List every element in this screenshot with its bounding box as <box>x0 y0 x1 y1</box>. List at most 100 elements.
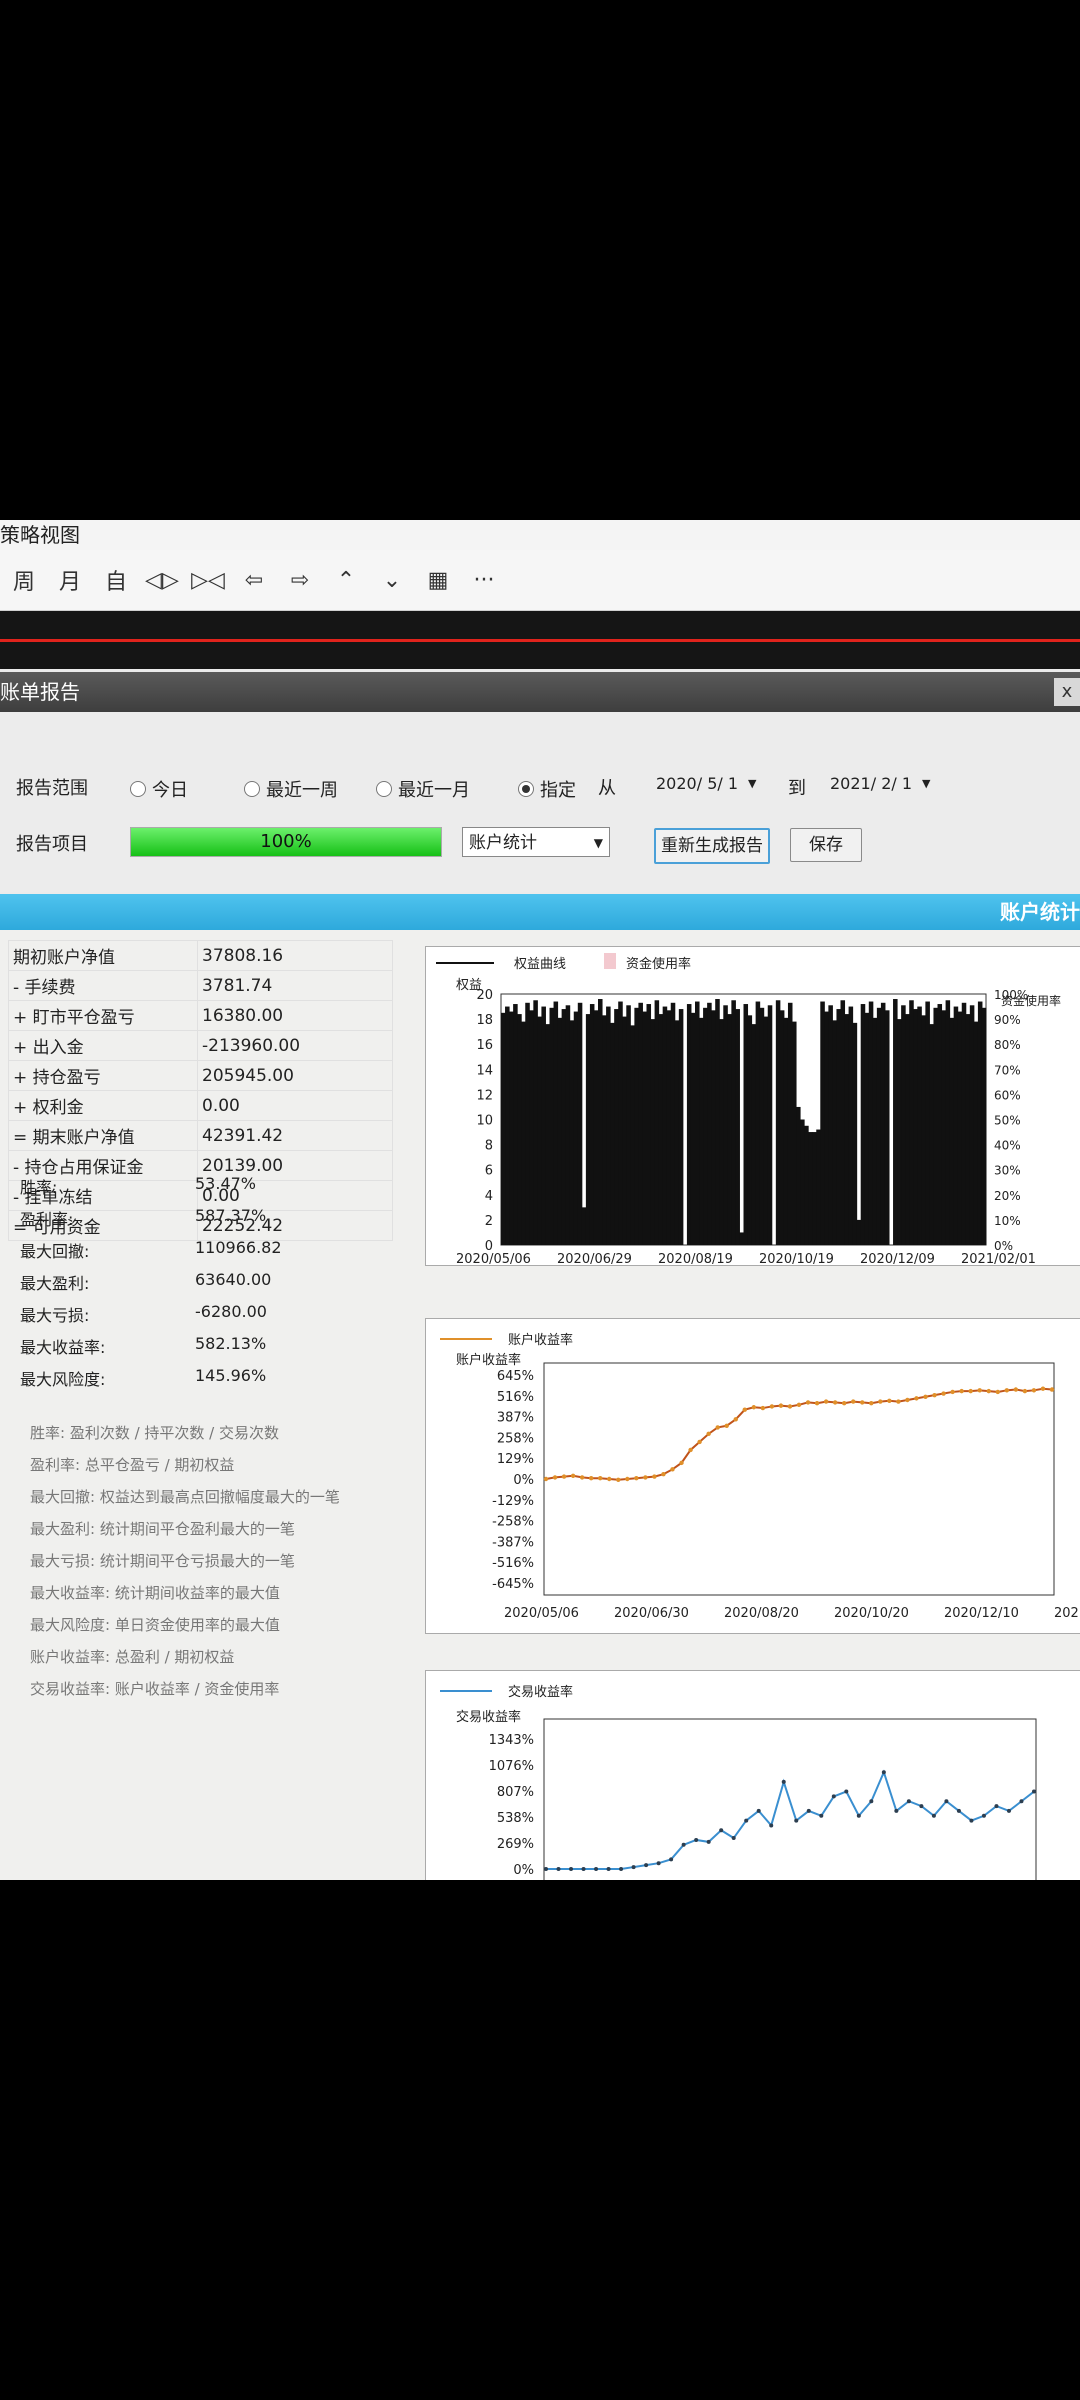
data-point <box>950 1389 955 1395</box>
y-tick-label: -645% <box>492 1577 534 1592</box>
equity-bar <box>949 1017 955 1245</box>
stat-label: + 持仓盈亏 <box>8 1060 198 1091</box>
zoom-out-icon[interactable]: ▷◁ <box>186 558 230 602</box>
close-icon[interactable]: x <box>1054 678 1080 706</box>
data-point <box>733 1417 738 1422</box>
equity-bar <box>674 1020 680 1245</box>
radio-week[interactable]: 最近一周 <box>244 776 338 802</box>
equity-bar <box>917 1006 922 1245</box>
equity-bar <box>868 1001 874 1245</box>
note-line: 账户收益率: 总盈利 / 期初权益 <box>30 1648 235 1666</box>
zoom-in-icon[interactable]: ◁▷ <box>140 558 184 602</box>
note-line: 最大风险度: 单日资金使用率的最大值 <box>30 1616 280 1634</box>
radio-label: 最近一周 <box>266 780 338 801</box>
equity-bar <box>602 1015 607 1245</box>
data-point <box>581 1867 586 1871</box>
data-point <box>679 1460 684 1466</box>
radio-today[interactable]: 今日 <box>130 776 188 802</box>
radio-month[interactable]: 最近一月 <box>376 776 470 802</box>
equity-bar <box>630 1025 635 1245</box>
data-point <box>959 1388 964 1394</box>
data-point <box>805 1400 811 1405</box>
arrow-left-icon[interactable]: ⇦ <box>232 558 276 602</box>
equity-bar <box>953 1006 959 1245</box>
data-point <box>896 1399 901 1404</box>
x-tick-label: 2020/10/20 <box>834 1606 909 1621</box>
to-date-picker[interactable]: 2021/ 2/ 1 ▼ <box>830 770 931 798</box>
toolbar-period-1[interactable]: 月 <box>48 558 92 602</box>
y-tick-label: 12 <box>476 1088 493 1103</box>
equity-bar <box>848 1006 854 1245</box>
equity-bar <box>824 1011 829 1245</box>
equity-bar <box>937 1004 943 1245</box>
equity-bar <box>969 1005 975 1245</box>
stat-label: + 盯市平仓盈亏 <box>8 1000 198 1031</box>
equity-bar <box>711 1010 716 1245</box>
regenerate-report-button[interactable]: 重新生成报告 <box>654 828 770 864</box>
equity-bar <box>792 1021 797 1245</box>
arrow-right-icon[interactable]: ⇨ <box>278 558 322 602</box>
x-tick-label: 2020/08/19 <box>658 1252 733 1265</box>
equity-bar <box>533 1000 538 1245</box>
equity-bar <box>581 1207 587 1245</box>
data-point <box>634 1475 639 1481</box>
stat-label: - 手续费 <box>8 970 198 1001</box>
stat-label: + 出入金 <box>8 1030 198 1061</box>
equity-bar <box>537 1016 542 1245</box>
radio-dot[interactable] <box>376 781 392 797</box>
equity-bar <box>743 1004 749 1245</box>
data-point <box>598 1475 603 1481</box>
radio-dot[interactable] <box>244 781 260 797</box>
equity-bar <box>614 1009 619 1245</box>
perf-label: 最大风险度: <box>20 1370 106 1389</box>
dialog-titlebar: 账单报告 x <box>0 672 1080 712</box>
y-tick-label: 20 <box>476 988 493 1003</box>
equity-bar <box>808 1132 813 1245</box>
report-content: 期初账户净值 37808.16- 手续费 3781.74 + 盯市平仓盈亏 16380.… <box>0 930 1080 1880</box>
data-point <box>887 1398 892 1403</box>
equity-bar <box>565 1005 571 1245</box>
save-button[interactable]: 保存 <box>790 828 862 862</box>
layout-icon[interactable]: ▦ <box>416 558 460 602</box>
data-point <box>832 1400 838 1405</box>
data-point <box>781 1779 786 1784</box>
equity-bar <box>759 1007 765 1245</box>
radio-dot-selected[interactable] <box>518 781 534 797</box>
data-point <box>905 1397 910 1403</box>
dropdown-arrow-icon: ▼ <box>922 777 931 790</box>
y-tick-label: 0% <box>513 1863 534 1878</box>
chevron-up-icon[interactable]: ⌃ <box>324 558 368 602</box>
screen: 策略视图 周月自 ◁▷ ▷◁ ⇦ ⇨ ⌃ ⌄ ▦ ··· 账单报告 x 报告范围 今日 最近一周… <box>0 520 1080 1880</box>
from-date-picker[interactable]: 2020/ 5/ 1 ▼ <box>656 770 757 798</box>
equity-bar <box>739 1232 744 1245</box>
chevron-down-icon[interactable]: ⌄ <box>370 558 414 602</box>
equity-bar <box>569 1020 575 1245</box>
from-label: 从 <box>598 778 616 799</box>
y-axis-label: 账户收益率 <box>456 1352 521 1368</box>
report-item-select[interactable]: 账户统计 ▼ <box>462 827 610 857</box>
more-icon[interactable]: ··· <box>462 558 506 602</box>
y-tick-label: 387% <box>497 1411 534 1426</box>
data-point <box>941 1391 946 1396</box>
equity-bar <box>678 1009 684 1245</box>
perf-label: 胜率: <box>20 1178 58 1197</box>
equity-bar <box>573 1011 579 1245</box>
radio-dot[interactable] <box>130 781 146 797</box>
list-item: 胜率: 53.47% <box>20 1174 282 1206</box>
equity-bar <box>872 1017 878 1245</box>
radio-custom[interactable]: 指定 <box>518 776 576 802</box>
perf-label: 最大亏损: <box>20 1306 90 1325</box>
data-point <box>844 1789 849 1794</box>
equity-bar <box>965 1014 971 1245</box>
data-point <box>977 1388 982 1393</box>
legend-swatch <box>604 953 616 969</box>
equity-bar <box>638 1002 643 1245</box>
toolbar-period-0[interactable]: 周 <box>2 558 46 602</box>
equity-bar <box>662 1006 668 1245</box>
data-point <box>931 1813 936 1818</box>
toolbar-period-2[interactable]: 自 <box>94 558 138 602</box>
equity-bar <box>549 1007 555 1245</box>
equity-bar <box>981 1007 987 1245</box>
data-point <box>643 1475 648 1480</box>
equity-bar <box>610 1022 615 1245</box>
